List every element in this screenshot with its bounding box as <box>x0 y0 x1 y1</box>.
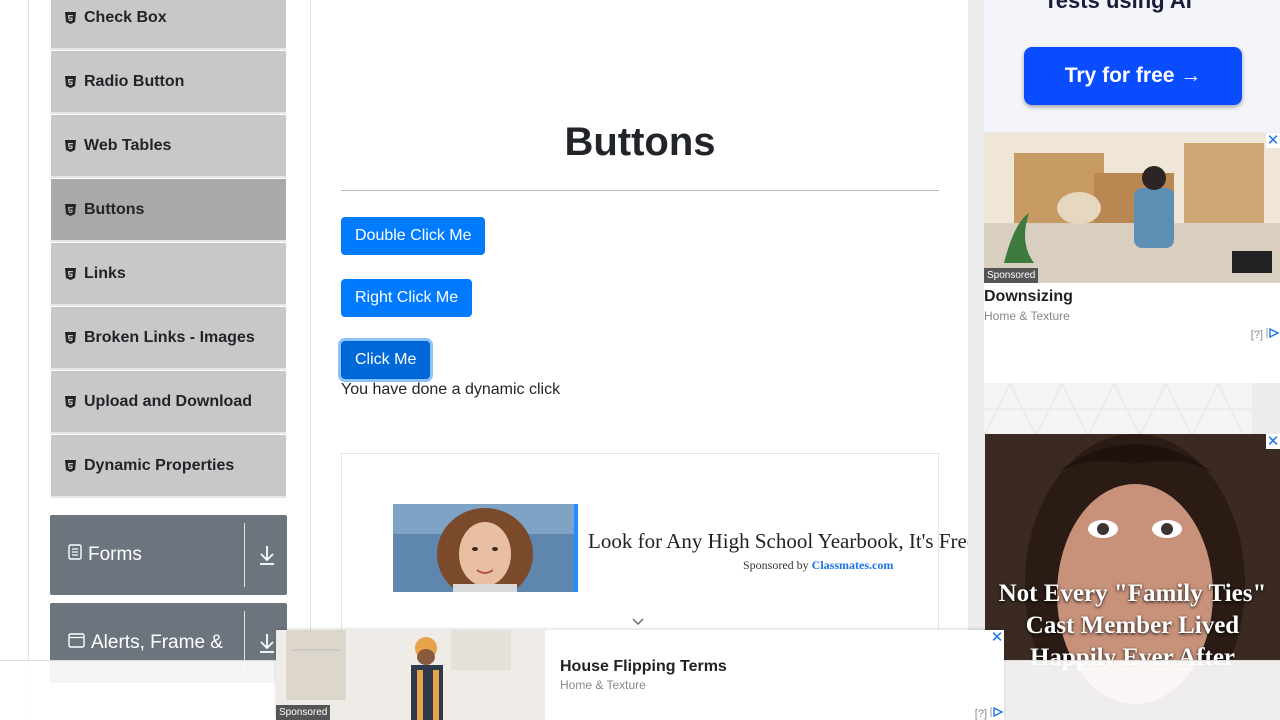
right-click-button[interactable]: Right Click Me <box>341 279 473 317</box>
sidebar-item-label: Dynamic Properties <box>84 456 235 474</box>
sponsored-tag: Sponsored <box>984 268 1039 283</box>
ad-help[interactable]: [?] <box>1251 327 1280 342</box>
promo-ad[interactable]: Tests using AI Try for free → <box>984 0 1280 132</box>
sidebar-item-label: Links <box>84 264 126 282</box>
group-header-label: Alerts, Frame & <box>91 632 223 653</box>
sidebar-item-label: Buttons <box>84 200 145 218</box>
sponsored-tag: Sponsored <box>276 705 331 720</box>
bottom-ad[interactable]: Sponsored ✕ House Flipping Terms Home & … <box>276 630 1004 720</box>
ad-source: Home & Texture <box>560 678 646 692</box>
html5-icon <box>65 11 76 24</box>
download-arrow-icon[interactable] <box>255 541 279 569</box>
divider <box>244 523 245 587</box>
double-click-button[interactable]: Double Click Me <box>341 217 486 255</box>
document-icon <box>68 544 82 566</box>
sidebar-item-dynamic-properties[interactable]: Dynamic Properties <box>50 434 287 498</box>
sidebar-item-broken-links[interactable]: Broken Links - Images <box>50 306 287 370</box>
html5-icon <box>65 203 76 216</box>
group-header-label: Forms <box>88 544 142 565</box>
sidebar-item-links[interactable]: Links <box>50 242 287 306</box>
ad-pattern-placeholder <box>984 383 1252 435</box>
ad-image[interactable]: Sponsored <box>276 630 545 720</box>
html5-icon <box>65 139 76 152</box>
ad-title[interactable]: Downsizing <box>984 288 1073 306</box>
element-menu-list: Check Box Radio Button Web Tables Button… <box>50 0 287 498</box>
ad-photo[interactable] <box>393 504 578 592</box>
adchoices-icon[interactable] <box>1266 327 1280 342</box>
html5-icon <box>65 75 76 88</box>
sidebar-item-upload-download[interactable]: Upload and Download <box>50 370 287 434</box>
try-for-free-button[interactable]: Try for free → <box>1024 47 1242 105</box>
ad-sponsor-prefix: Sponsored by <box>743 558 809 572</box>
close-icon[interactable]: ✕ <box>990 630 1004 645</box>
sidebar-item-label: Check Box <box>84 8 167 26</box>
page-title: Buttons <box>564 120 716 164</box>
ad-sponsor-line: Sponsored by Classmates.com <box>743 558 893 573</box>
sidebar-item-radio-button[interactable]: Radio Button <box>50 50 287 114</box>
sidebar-item-label: Web Tables <box>84 136 172 154</box>
click-me-button[interactable]: Click Me <box>341 341 431 379</box>
left-panel: Check Box Radio Button Web Tables Button… <box>28 0 311 720</box>
html5-icon <box>65 395 76 408</box>
html5-icon <box>65 267 76 280</box>
sidebar-item-buttons[interactable]: Buttons <box>50 178 287 242</box>
sidebar-item-web-tables[interactable]: Web Tables <box>50 114 287 178</box>
ad-help-link[interactable]: [?] <box>1251 329 1263 341</box>
ad-help-link[interactable]: [?] <box>975 708 987 720</box>
sidebar-item-label: Upload and Download <box>84 392 252 410</box>
ad-headline[interactable]: Look for Any High School Yearbook, It's … <box>588 529 976 554</box>
page: Check Box Radio Button Web Tables Button… <box>0 0 1280 720</box>
window-icon <box>68 632 85 654</box>
downsizing-ad[interactable]: Sponsored ✕ Downsizing Home & Texture [?… <box>984 133 1280 383</box>
html5-icon <box>65 459 76 472</box>
dynamic-click-message: You have done a dynamic click <box>341 381 561 398</box>
close-icon[interactable]: ✕ <box>1266 434 1280 449</box>
adchoices-icon[interactable] <box>990 706 1004 720</box>
ad-brand-link[interactable]: Classmates.com <box>812 558 894 572</box>
close-icon[interactable]: ✕ <box>1266 133 1280 148</box>
promo-text: Tests using AI <box>1044 0 1192 13</box>
chevron-down-icon[interactable] <box>631 614 645 625</box>
ad-title[interactable]: House Flipping Terms <box>560 658 727 676</box>
ad-image[interactable]: Sponsored <box>984 133 1280 283</box>
sidebar-item-check-box[interactable]: Check Box <box>50 0 287 50</box>
title-divider <box>341 190 939 191</box>
group-header-forms[interactable]: Forms <box>50 515 287 595</box>
sidebar-item-label: Radio Button <box>84 72 185 90</box>
ad-help[interactable]: [?] <box>975 706 1004 720</box>
ad-source: Home & Texture <box>984 309 1070 323</box>
sidebar-item-label: Broken Links - Images <box>84 328 255 346</box>
html5-icon <box>65 331 76 344</box>
